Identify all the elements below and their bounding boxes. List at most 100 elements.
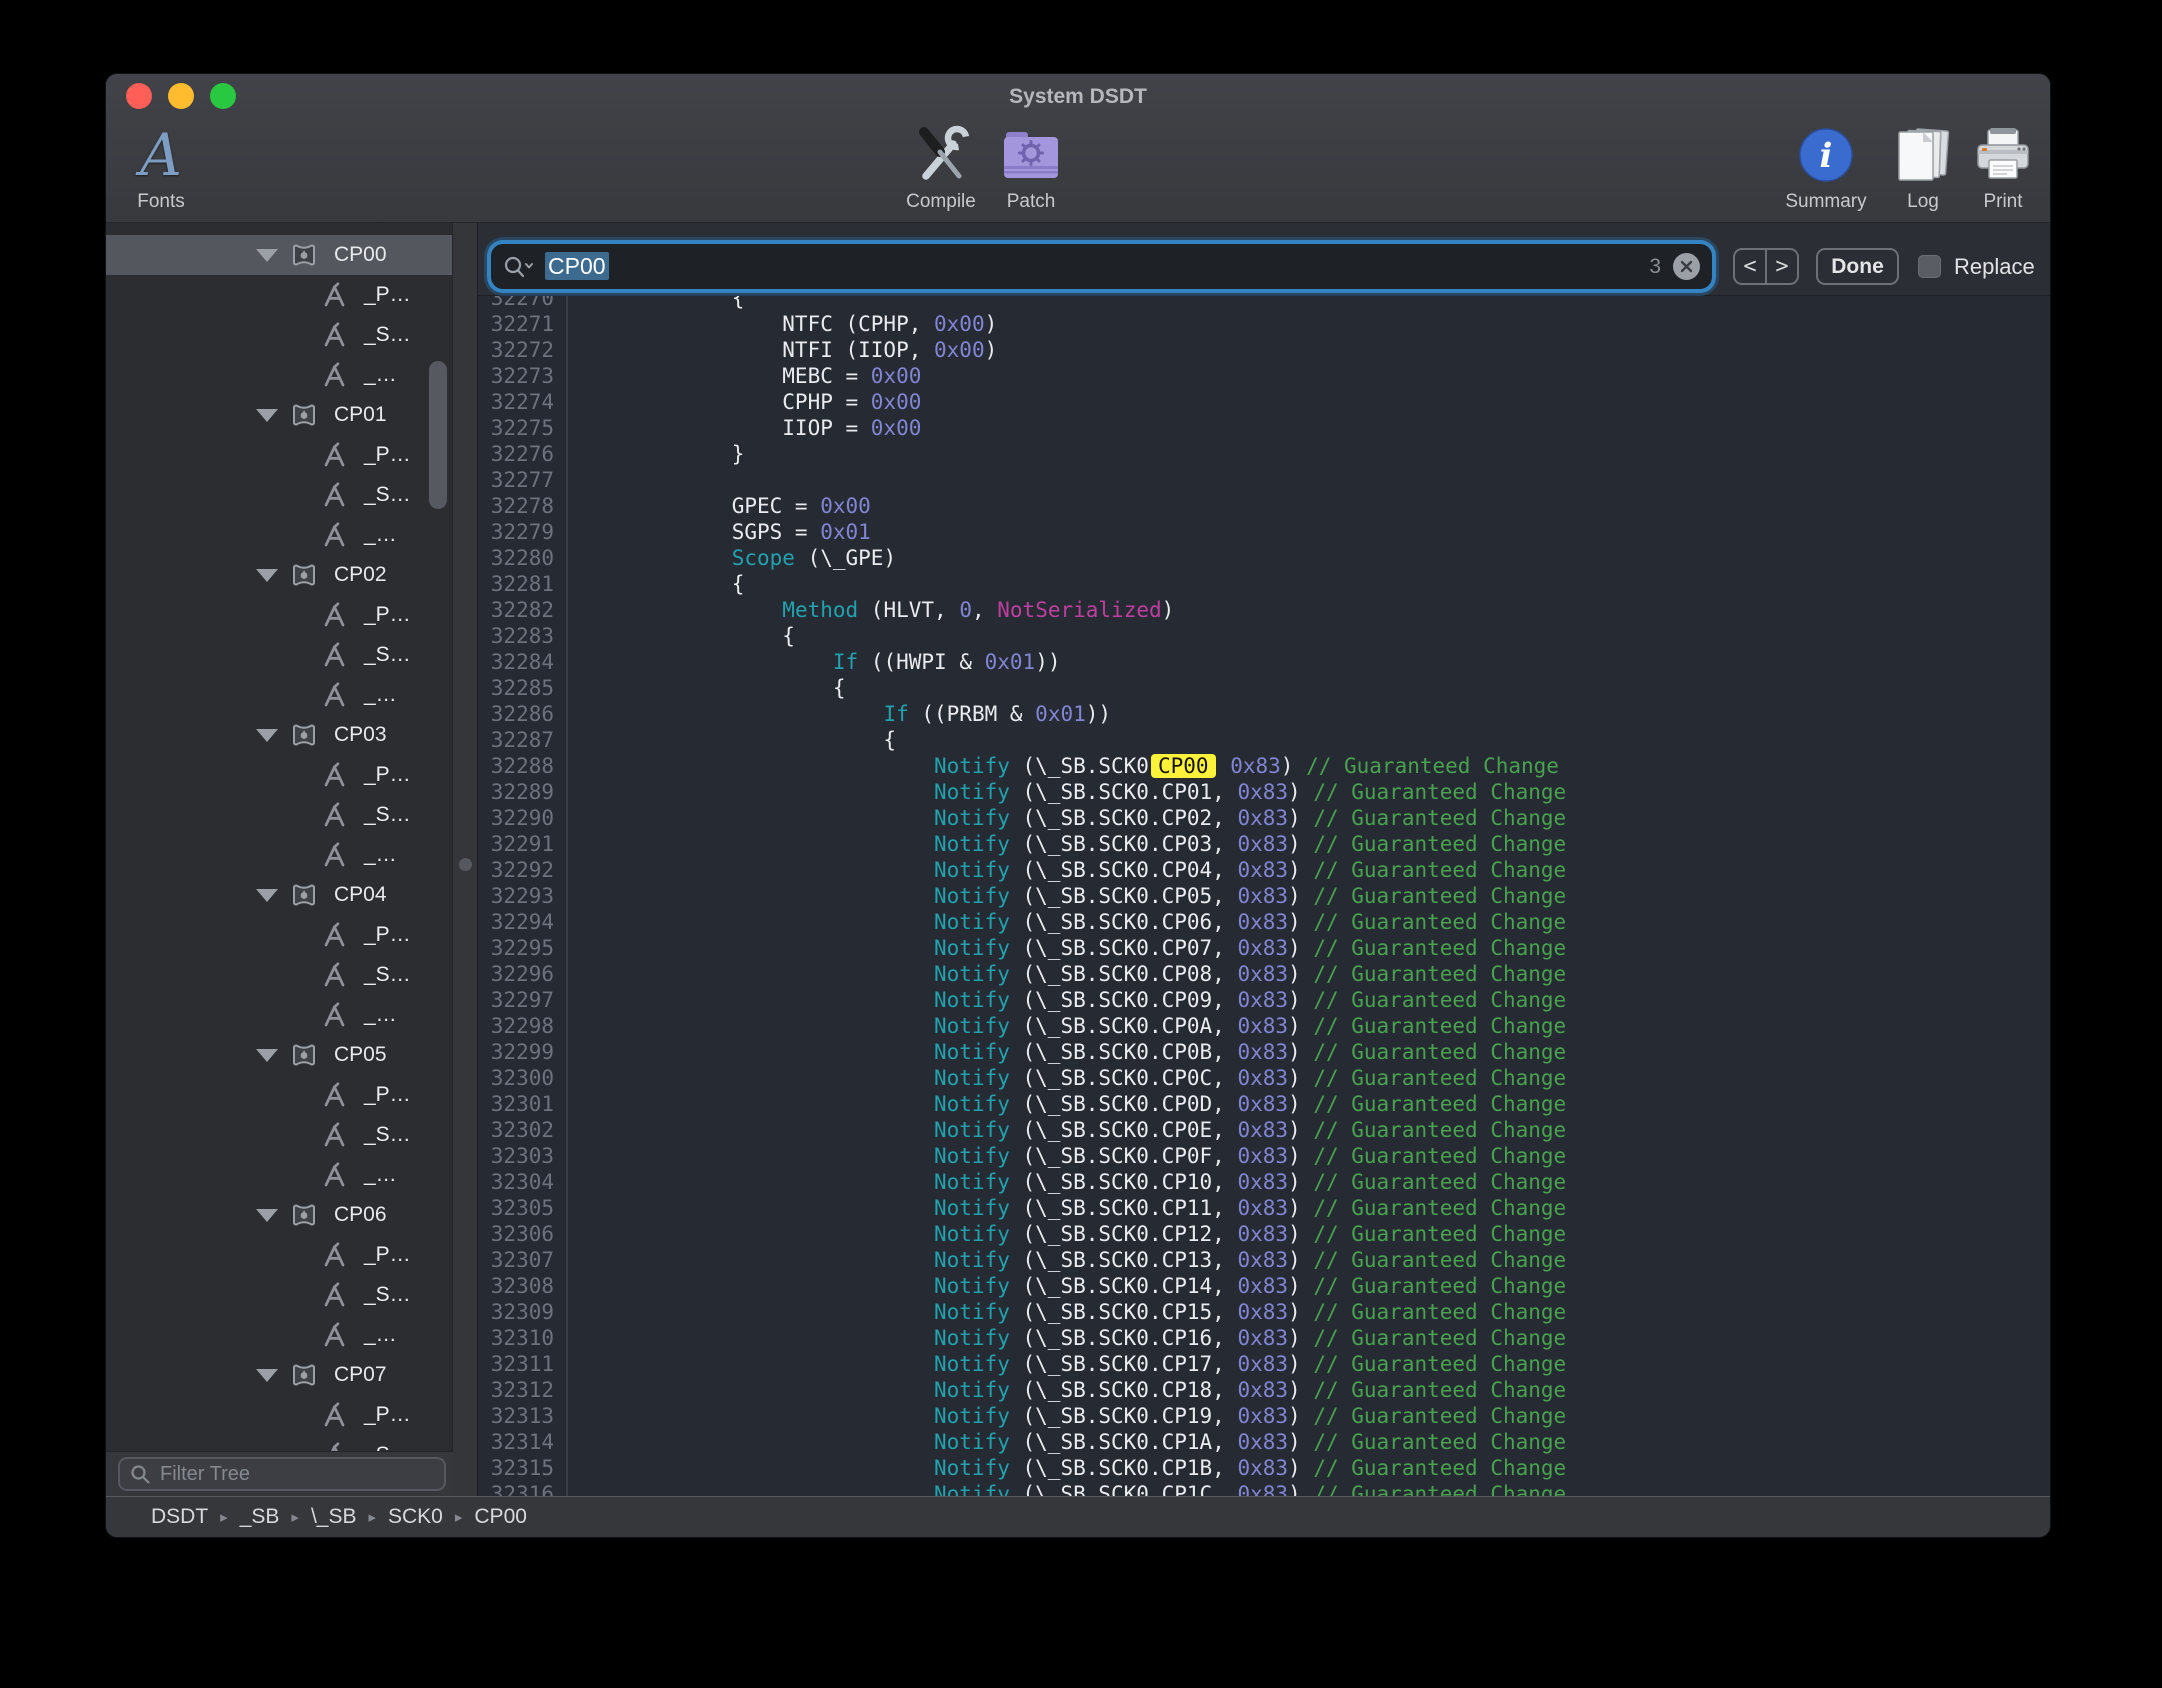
tree-group-label: CP00 bbox=[334, 243, 387, 267]
disclosure-triangle-icon[interactable] bbox=[256, 729, 278, 742]
line-number: 32279 bbox=[478, 519, 568, 545]
tree-item[interactable]: _S… bbox=[106, 795, 453, 835]
breadcrumb-item[interactable]: DSDT bbox=[151, 1505, 208, 1529]
done-button[interactable]: Done bbox=[1816, 248, 1899, 285]
tree-item[interactable]: _S… bbox=[106, 1115, 453, 1155]
code-line: 32313 Notify (\_SB.SCK0.CP19, 0x83) // G… bbox=[478, 1403, 2050, 1429]
line-number: 32307 bbox=[478, 1247, 568, 1273]
disclosure-triangle-icon[interactable] bbox=[256, 409, 278, 422]
tree-item-label: _S… bbox=[364, 1123, 411, 1147]
line-number: 32316 bbox=[478, 1481, 568, 1496]
breadcrumb-separator-icon: ▸ bbox=[368, 1508, 376, 1526]
find-next-button[interactable]: > bbox=[1767, 250, 1797, 283]
compile-tools-icon bbox=[910, 124, 972, 186]
code-line: 32311 Notify (\_SB.SCK0.CP17, 0x83) // G… bbox=[478, 1351, 2050, 1377]
tree-item[interactable]: _… bbox=[106, 995, 453, 1035]
match-count: 3 bbox=[1649, 255, 1673, 279]
replace-checkbox[interactable] bbox=[1918, 255, 1941, 278]
code-line: 32271 NTFC (CPHP, 0x00) bbox=[478, 311, 2050, 337]
patch-button[interactable]: Patch bbox=[976, 124, 1086, 216]
find-input[interactable]: CP00 3 bbox=[491, 244, 1712, 289]
tree-group-label: CP04 bbox=[334, 883, 387, 907]
tree-item[interactable]: _… bbox=[106, 675, 453, 715]
summary-button[interactable]: i Summary bbox=[1771, 124, 1881, 216]
tree-item[interactable]: _S… bbox=[106, 1275, 453, 1315]
code-line: 32279 SGPS = 0x01 bbox=[478, 519, 2050, 545]
tree-item[interactable]: _P… bbox=[106, 755, 453, 795]
tree-group-CP03[interactable]: CP03 bbox=[106, 715, 453, 755]
line-number: 32302 bbox=[478, 1117, 568, 1143]
disclosure-triangle-icon[interactable] bbox=[256, 1369, 278, 1382]
breadcrumb-item[interactable]: CP00 bbox=[474, 1505, 527, 1529]
code-line: 32307 Notify (\_SB.SCK0.CP13, 0x83) // G… bbox=[478, 1247, 2050, 1273]
filter-area: Filter Tree bbox=[106, 1451, 453, 1496]
method-icon bbox=[322, 1402, 349, 1429]
method-icon bbox=[322, 442, 349, 469]
tree-group-CP01[interactable]: CP01 bbox=[106, 395, 453, 435]
method-icon bbox=[322, 962, 349, 989]
app-window: System DSDT A Fonts Compile bbox=[105, 73, 2051, 1538]
tree-item[interactable]: _P… bbox=[106, 435, 453, 475]
line-number: 32313 bbox=[478, 1403, 568, 1429]
tree-item[interactable]: _S… bbox=[106, 315, 453, 355]
code-line: 32309 Notify (\_SB.SCK0.CP15, 0x83) // G… bbox=[478, 1299, 2050, 1325]
tree-group-CP07[interactable]: CP07 bbox=[106, 1355, 453, 1395]
tree-item[interactable]: _S… bbox=[106, 475, 453, 515]
disclosure-triangle-icon[interactable] bbox=[256, 1049, 278, 1062]
tree-item-label: _… bbox=[364, 683, 397, 707]
disclosure-triangle-icon[interactable] bbox=[256, 889, 278, 902]
method-icon bbox=[322, 1162, 349, 1189]
search-icon bbox=[130, 1464, 151, 1485]
sidebar-scrollbar[interactable] bbox=[429, 361, 447, 509]
code-line: 32277 bbox=[478, 467, 2050, 493]
find-previous-button[interactable]: < bbox=[1735, 250, 1767, 283]
tree-item-label: _… bbox=[364, 523, 397, 547]
line-number: 32310 bbox=[478, 1325, 568, 1351]
disclosure-triangle-icon[interactable] bbox=[256, 249, 278, 262]
tree-item[interactable]: _P… bbox=[106, 1395, 453, 1435]
print-label: Print bbox=[1948, 191, 2051, 213]
split-divider[interactable] bbox=[453, 223, 478, 1496]
tree-item-label: _… bbox=[364, 1003, 397, 1027]
breadcrumb-item[interactable]: _SB bbox=[240, 1505, 280, 1529]
clear-search-button[interactable] bbox=[1673, 253, 1700, 280]
tree-item[interactable]: _… bbox=[106, 515, 453, 555]
code-line: 32304 Notify (\_SB.SCK0.CP10, 0x83) // G… bbox=[478, 1169, 2050, 1195]
tree-item[interactable]: _… bbox=[106, 835, 453, 875]
code-line: 32288 Notify (\_SB.SCK0CP00 0x83) // Gua… bbox=[478, 753, 2050, 779]
fonts-button[interactable]: A Fonts bbox=[106, 124, 216, 216]
tree-group-label: CP01 bbox=[334, 403, 387, 427]
source-tree[interactable]: CP00 _P… _S… _… CP01 _P… _S… bbox=[106, 223, 453, 1453]
breadcrumb-item[interactable]: SCK0 bbox=[388, 1505, 443, 1529]
tree-item[interactable]: _P… bbox=[106, 915, 453, 955]
tree-group-label: CP06 bbox=[334, 1203, 387, 1227]
method-icon bbox=[322, 1002, 349, 1029]
disclosure-triangle-icon[interactable] bbox=[256, 1209, 278, 1222]
tree-item[interactable]: _S… bbox=[106, 955, 453, 995]
line-number: 32274 bbox=[478, 389, 568, 415]
tree-group-CP04[interactable]: CP04 bbox=[106, 875, 453, 915]
tree-item[interactable]: _… bbox=[106, 1155, 453, 1195]
line-number: 32276 bbox=[478, 441, 568, 467]
tree-item[interactable]: _P… bbox=[106, 1235, 453, 1275]
tree-group-CP06[interactable]: CP06 bbox=[106, 1195, 453, 1235]
tree-item[interactable]: _P… bbox=[106, 1075, 453, 1115]
code-editor[interactable]: 32270 {32271 NTFC (CPHP, 0x00)32272 NTFI… bbox=[478, 296, 2050, 1496]
tree-item[interactable]: _P… bbox=[106, 275, 453, 315]
code-line: 32299 Notify (\_SB.SCK0.CP0B, 0x83) // G… bbox=[478, 1039, 2050, 1065]
search-menu-icon[interactable] bbox=[503, 255, 535, 279]
tree-group-CP00[interactable]: CP00 bbox=[106, 235, 453, 275]
tree-item[interactable]: _… bbox=[106, 355, 453, 395]
print-button[interactable]: Print bbox=[1948, 124, 2051, 216]
tree-item[interactable]: _… bbox=[106, 1315, 453, 1355]
tree-item-label: _P… bbox=[364, 443, 411, 467]
filter-tree-input[interactable]: Filter Tree bbox=[118, 1457, 446, 1491]
tree-item[interactable]: _S… bbox=[106, 635, 453, 675]
editor-pane: CP00 3 < > Done Replace bbox=[478, 223, 2050, 1496]
tree-group-CP05[interactable]: CP05 bbox=[106, 1035, 453, 1075]
tree-group-label: CP05 bbox=[334, 1043, 387, 1067]
tree-item[interactable]: _P… bbox=[106, 595, 453, 635]
breadcrumb-item[interactable]: \_SB bbox=[311, 1505, 357, 1529]
tree-group-CP02[interactable]: CP02 bbox=[106, 555, 453, 595]
disclosure-triangle-icon[interactable] bbox=[256, 569, 278, 582]
